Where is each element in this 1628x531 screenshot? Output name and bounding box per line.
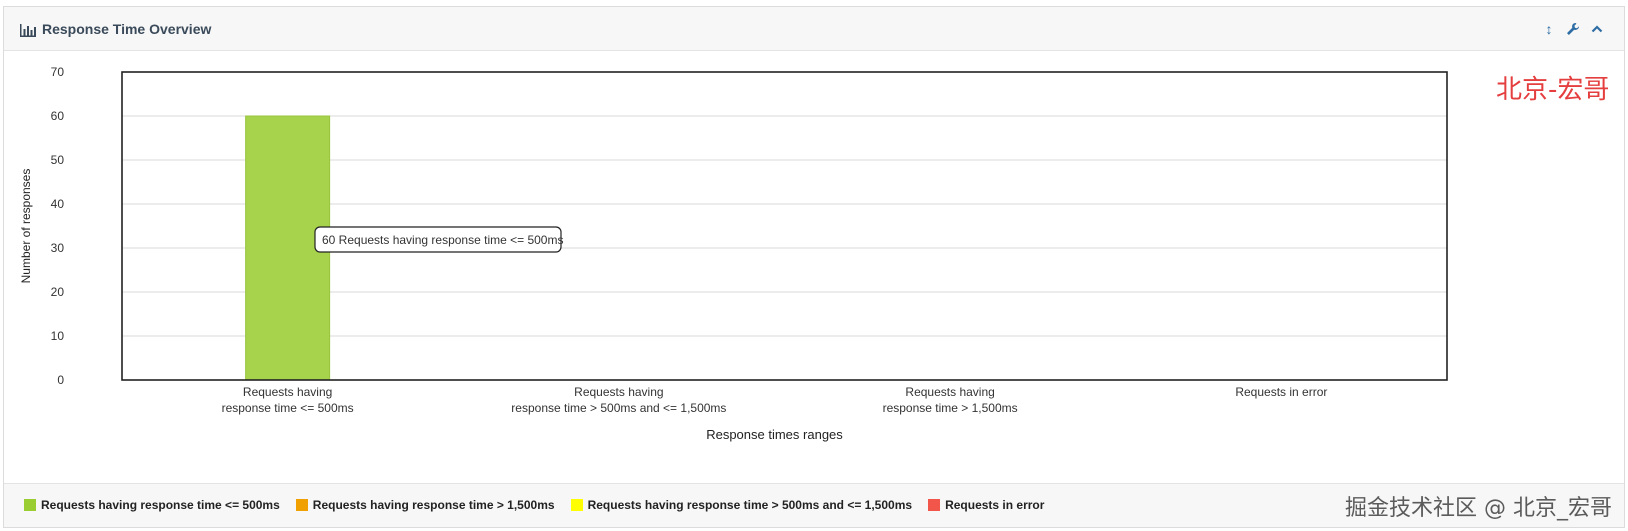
- legend-swatch-slow: [295, 499, 308, 511]
- bar-chart-icon: [20, 24, 36, 37]
- x-tick-label: Requests having: [243, 385, 332, 399]
- legend-item-medium[interactable]: Requests having response time > 500ms an…: [570, 498, 913, 512]
- panel-footer: Requests having response time <= 500ms R…: [4, 483, 1624, 527]
- x-tick-label: response time <= 500ms: [222, 401, 354, 415]
- y-tick-label: 10: [51, 329, 65, 343]
- y-axis-title: Number of responses: [19, 169, 33, 284]
- y-tick-label: 40: [51, 197, 65, 211]
- y-tick-label: 0: [57, 373, 64, 387]
- x-tick-label: response time > 500ms and <= 1,500ms: [511, 401, 726, 415]
- watermark-bottom: 掘金技术社区 @ 北京_宏哥: [1345, 496, 1612, 521]
- chart-legend: Requests having response time <= 500ms R…: [24, 498, 1060, 512]
- y-tick-label: 70: [51, 65, 65, 79]
- y-tick-label: 50: [51, 153, 65, 167]
- legend-swatch-medium: [570, 499, 583, 511]
- x-tick-label: Requests having: [574, 385, 663, 399]
- legend-swatch-error: [928, 499, 941, 511]
- panel-header: Response Time Overview ↕: [4, 7, 1624, 51]
- legend-item-slow[interactable]: Requests having response time > 1,500ms: [295, 498, 555, 512]
- response-time-panel: Response Time Overview ↕ 0 10 20 30 40 50 60 70…: [3, 6, 1625, 528]
- y-tick-label: 20: [51, 285, 65, 299]
- collapse-chevron-icon[interactable]: [1588, 19, 1606, 39]
- watermark-top: 北京-宏哥: [1496, 75, 1610, 105]
- y-tick-label: 30: [51, 241, 65, 255]
- wrench-icon[interactable]: [1564, 19, 1582, 39]
- x-tick-label: Requests in error: [1235, 385, 1327, 399]
- legend-item-error[interactable]: Requests in error: [928, 498, 1044, 512]
- legend-item-fast[interactable]: Requests having response time <= 500ms: [24, 498, 280, 512]
- legend-label-medium: Requests having response time > 500ms an…: [587, 498, 913, 512]
- legend-label-slow: Requests having response time > 1,500ms: [312, 498, 555, 512]
- x-tick-label: Requests having: [905, 385, 994, 399]
- legend-label-error: Requests in error: [945, 498, 1045, 512]
- y-tick-label: 60: [51, 109, 65, 123]
- page-title: Response Time Overview: [42, 21, 212, 37]
- x-tick-label: response time > 1,500ms: [883, 401, 1018, 415]
- legend-label-fast: Requests having response time <= 500ms: [41, 498, 280, 512]
- legend-swatch-fast: [24, 499, 36, 511]
- tooltip-text: 60 Requests having response time <= 500m…: [322, 233, 563, 247]
- response-time-chart: 0 10 20 30 40 50 60 70 Requests having response t…: [19, 65, 1448, 442]
- resize-arrows-icon[interactable]: ↕: [1540, 19, 1558, 39]
- x-axis-title: Response times ranges: [706, 427, 843, 442]
